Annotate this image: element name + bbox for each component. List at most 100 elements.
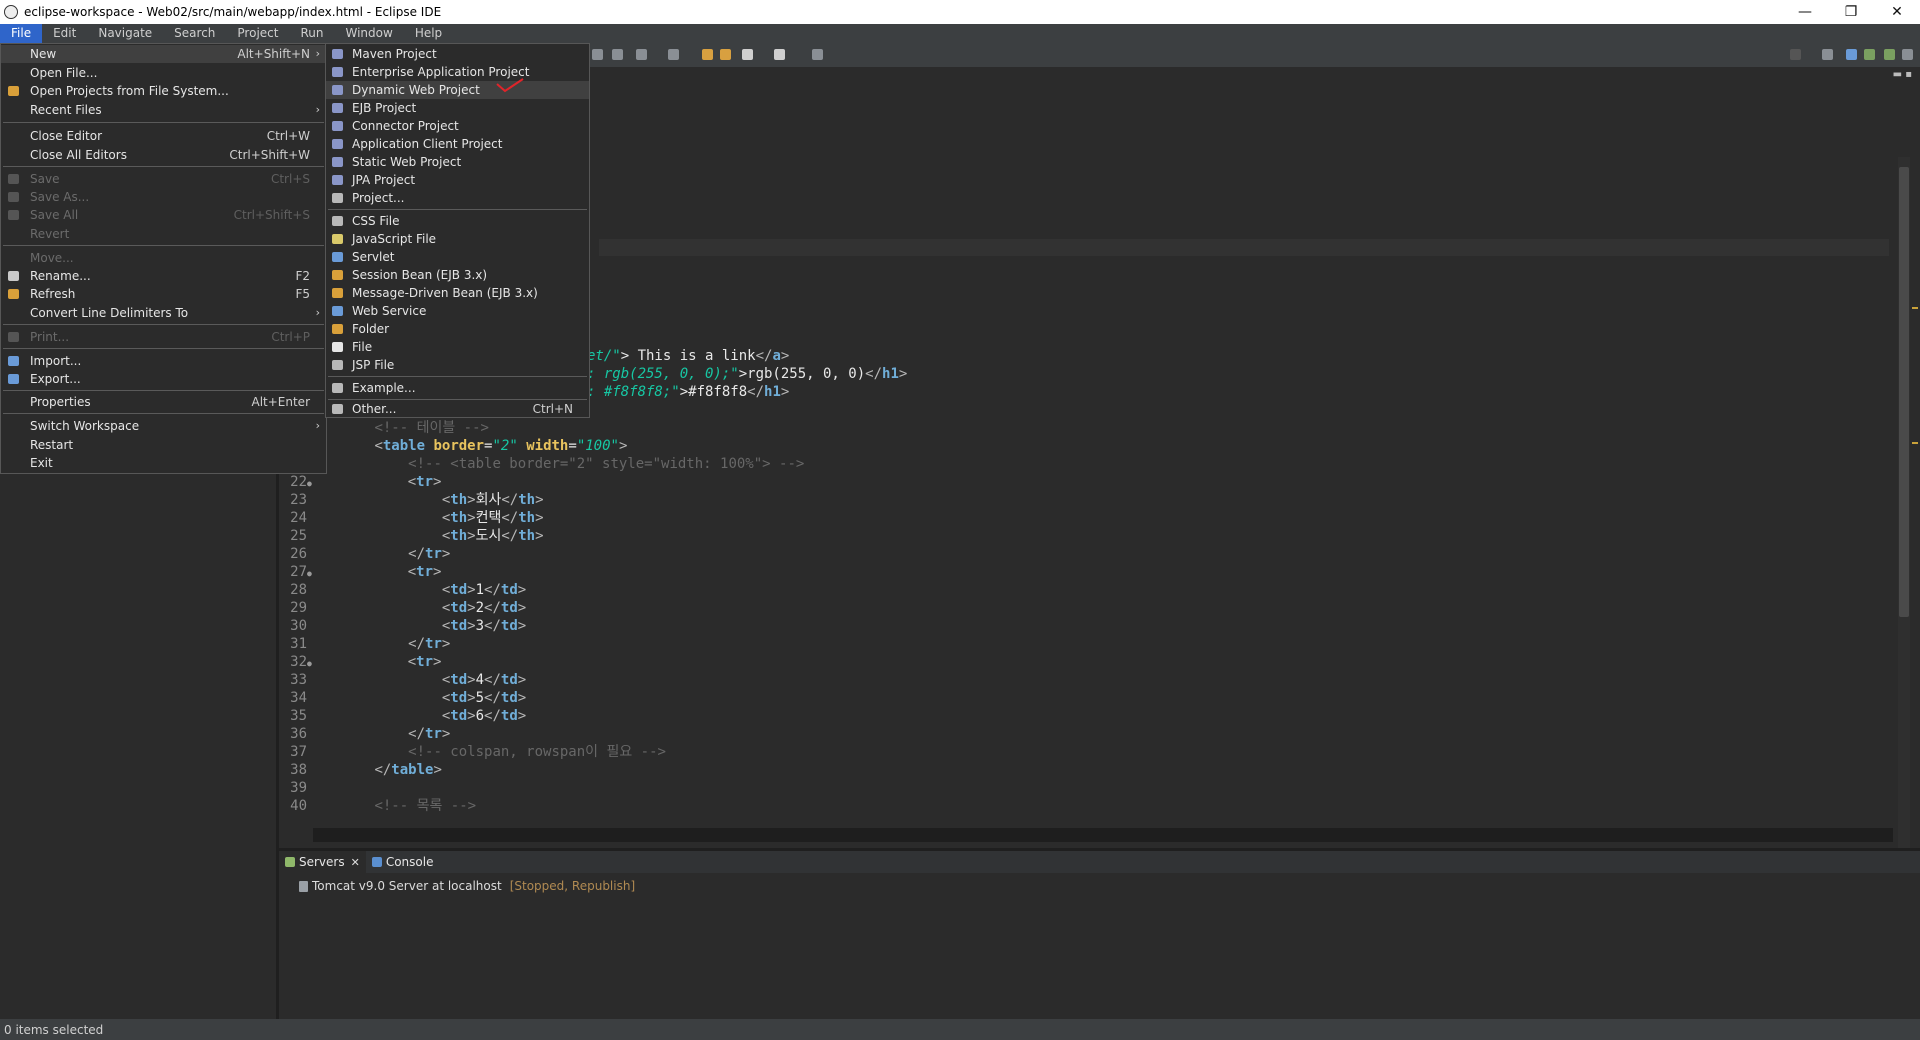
scrollbar-thumb[interactable] (1899, 167, 1909, 617)
back-edit-icon[interactable] (702, 49, 713, 60)
toolbar-icon-c[interactable] (636, 49, 647, 60)
menu-separator (3, 413, 324, 414)
file-menu-import[interactable]: Import... (1, 352, 326, 370)
file-menu-save-all[interactable]: Save All Ctrl+Shift+S (1, 206, 326, 224)
tab-console[interactable]: Console (366, 851, 440, 873)
new-application-client-project[interactable]: Application Client Project (326, 135, 589, 153)
new-session-bean[interactable]: Session Bean (EJB 3.x) (326, 266, 589, 284)
code-line-20: : #f8f8f8;">#f8f8f8</h1> (587, 384, 790, 400)
new-servlet[interactable]: Servlet (326, 248, 589, 266)
code-line: 38 </table> (290, 762, 442, 778)
editor-vertical-scrollbar[interactable] (1898, 157, 1910, 887)
git-perspective-icon[interactable] (1884, 49, 1895, 60)
new-file[interactable]: File (326, 338, 589, 356)
code-line: 26 </tr> (290, 546, 451, 562)
menu-window[interactable]: Window (334, 24, 403, 43)
file-menu-revert[interactable]: Revert (1, 225, 326, 243)
file-menu-switch-workspace[interactable]: Switch Workspace › (1, 417, 326, 435)
overview-ruler-mark[interactable] (1912, 442, 1918, 444)
file-menu-close-all-editors[interactable]: Close All Editors Ctrl+Shift+W (1, 146, 326, 164)
server-list-item[interactable]: Tomcat v9.0 Server at localhost [Stopped… (299, 879, 635, 893)
file-menu-print[interactable]: Print... Ctrl+P (1, 328, 326, 346)
toolbar-icon-d[interactable] (668, 49, 679, 60)
new-folder[interactable]: Folder (326, 320, 589, 338)
menu-separator (328, 209, 587, 210)
editor-horizontal-scrollbar[interactable] (313, 828, 1893, 842)
new-other[interactable]: Other... Ctrl+N (326, 400, 589, 418)
forward-arrow-icon[interactable] (774, 49, 785, 60)
menu-edit[interactable]: Edit (42, 24, 87, 43)
tab-servers[interactable]: Servers ✕ (279, 851, 366, 873)
file-menu-new[interactable]: New Alt+Shift+N › (1, 45, 326, 63)
java-ee-perspective-icon[interactable] (1846, 49, 1857, 60)
file-menu-recent-files[interactable]: Recent Files › (1, 101, 326, 119)
back-arrow-icon[interactable] (742, 49, 753, 60)
code-line-18: et/"> This is a link</a> (587, 348, 790, 364)
code-line: 37 <!-- colspan, rowspan이 필요 --> (290, 744, 666, 760)
minimize-button[interactable]: — (1782, 0, 1828, 24)
file-menu-save-as[interactable]: Save As... (1, 188, 326, 206)
file-menu-restart[interactable]: Restart (1, 436, 326, 454)
open-perspective-icon[interactable] (1822, 49, 1833, 60)
code-line: 34 <td>5</td> (290, 690, 527, 706)
restore-button[interactable]: ❐ (1828, 0, 1874, 24)
new-project[interactable]: Project... (326, 189, 589, 207)
menu-run[interactable]: Run (289, 24, 334, 43)
file-menu-close-editor[interactable]: Close Editor Ctrl+W (1, 127, 326, 145)
project-icon (332, 193, 343, 203)
file-menu-rename[interactable]: Rename... F2 (1, 267, 326, 285)
overview-ruler-mark[interactable] (1912, 307, 1918, 309)
new-jpa-project[interactable]: JPA Project (326, 171, 589, 189)
close-icon[interactable]: ✕ (351, 856, 360, 869)
web-perspective-icon[interactable] (1902, 49, 1913, 60)
file-menu-properties[interactable]: Properties Alt+Enter (1, 393, 326, 411)
menu-project[interactable]: Project (226, 24, 289, 43)
rename-icon (8, 271, 19, 281)
new-ejb-project[interactable]: EJB Project (326, 99, 589, 117)
menu-separator (3, 324, 324, 325)
pin-icon[interactable] (812, 49, 823, 60)
file-menu-convert-line-delimiters[interactable]: Convert Line Delimiters To › (1, 304, 326, 322)
forward-edit-icon[interactable] (720, 49, 731, 60)
code-line: 30 <td>3</td> (290, 618, 527, 634)
folder-icon (8, 86, 19, 96)
new-maven-project[interactable]: Maven Project (326, 45, 589, 63)
new-jsp-file[interactable]: JSP File (326, 356, 589, 374)
menu-help[interactable]: Help (404, 24, 453, 43)
toolbar-icon-b[interactable] (612, 49, 623, 60)
new-javascript-file[interactable]: JavaScript File (326, 230, 589, 248)
search-icon[interactable] (1790, 49, 1801, 60)
new-connector-project[interactable]: Connector Project (326, 117, 589, 135)
toolbar-icon-a[interactable] (592, 49, 603, 60)
new-dynamic-web-project[interactable]: Dynamic Web Project (326, 81, 589, 99)
export-icon (8, 374, 19, 384)
new-web-service[interactable]: Web Service (326, 302, 589, 320)
status-bar: 0 items selected (0, 1019, 1920, 1040)
new-static-web-project[interactable]: Static Web Project (326, 153, 589, 171)
menu-bar: File Edit Navigate Search Project Run Wi… (0, 24, 1920, 43)
debug-perspective-icon[interactable] (1864, 49, 1875, 60)
editor-min-max-controls[interactable]: ▬ ▪ (1893, 69, 1912, 80)
file-menu-move[interactable]: Move... (1, 249, 326, 267)
menu-navigate[interactable]: Navigate (87, 24, 163, 43)
menu-search[interactable]: Search (163, 24, 226, 43)
new-message-driven-bean[interactable]: Message-Driven Bean (EJB 3.x) (326, 284, 589, 302)
close-window-button[interactable]: ✕ (1874, 0, 1920, 24)
title-bar: eclipse-workspace - Web02/src/main/webap… (0, 0, 1920, 24)
annotation-checkmark-icon (496, 78, 524, 93)
file-menu-save[interactable]: Save Ctrl+S (1, 170, 326, 188)
javascript-file-icon (332, 234, 343, 244)
print-icon (8, 332, 19, 342)
file-menu-open-projects[interactable]: Open Projects from File System... (1, 82, 326, 100)
new-css-file[interactable]: CSS File (326, 212, 589, 230)
file-menu-exit[interactable]: Exit (1, 454, 326, 472)
code-line: 24 <th>컨택</th> (290, 510, 544, 526)
window-controls: — ❐ ✕ (1782, 0, 1920, 24)
file-menu-export[interactable]: Export... (1, 370, 326, 388)
file-menu-open-file[interactable]: Open File... (1, 64, 326, 82)
refresh-icon (8, 289, 19, 299)
file-menu-refresh[interactable]: Refresh F5 (1, 285, 326, 303)
new-example[interactable]: Example... (326, 379, 589, 397)
new-enterprise-application-project[interactable]: Enterprise Application Project (326, 63, 589, 81)
menu-file[interactable]: File (0, 24, 43, 43)
